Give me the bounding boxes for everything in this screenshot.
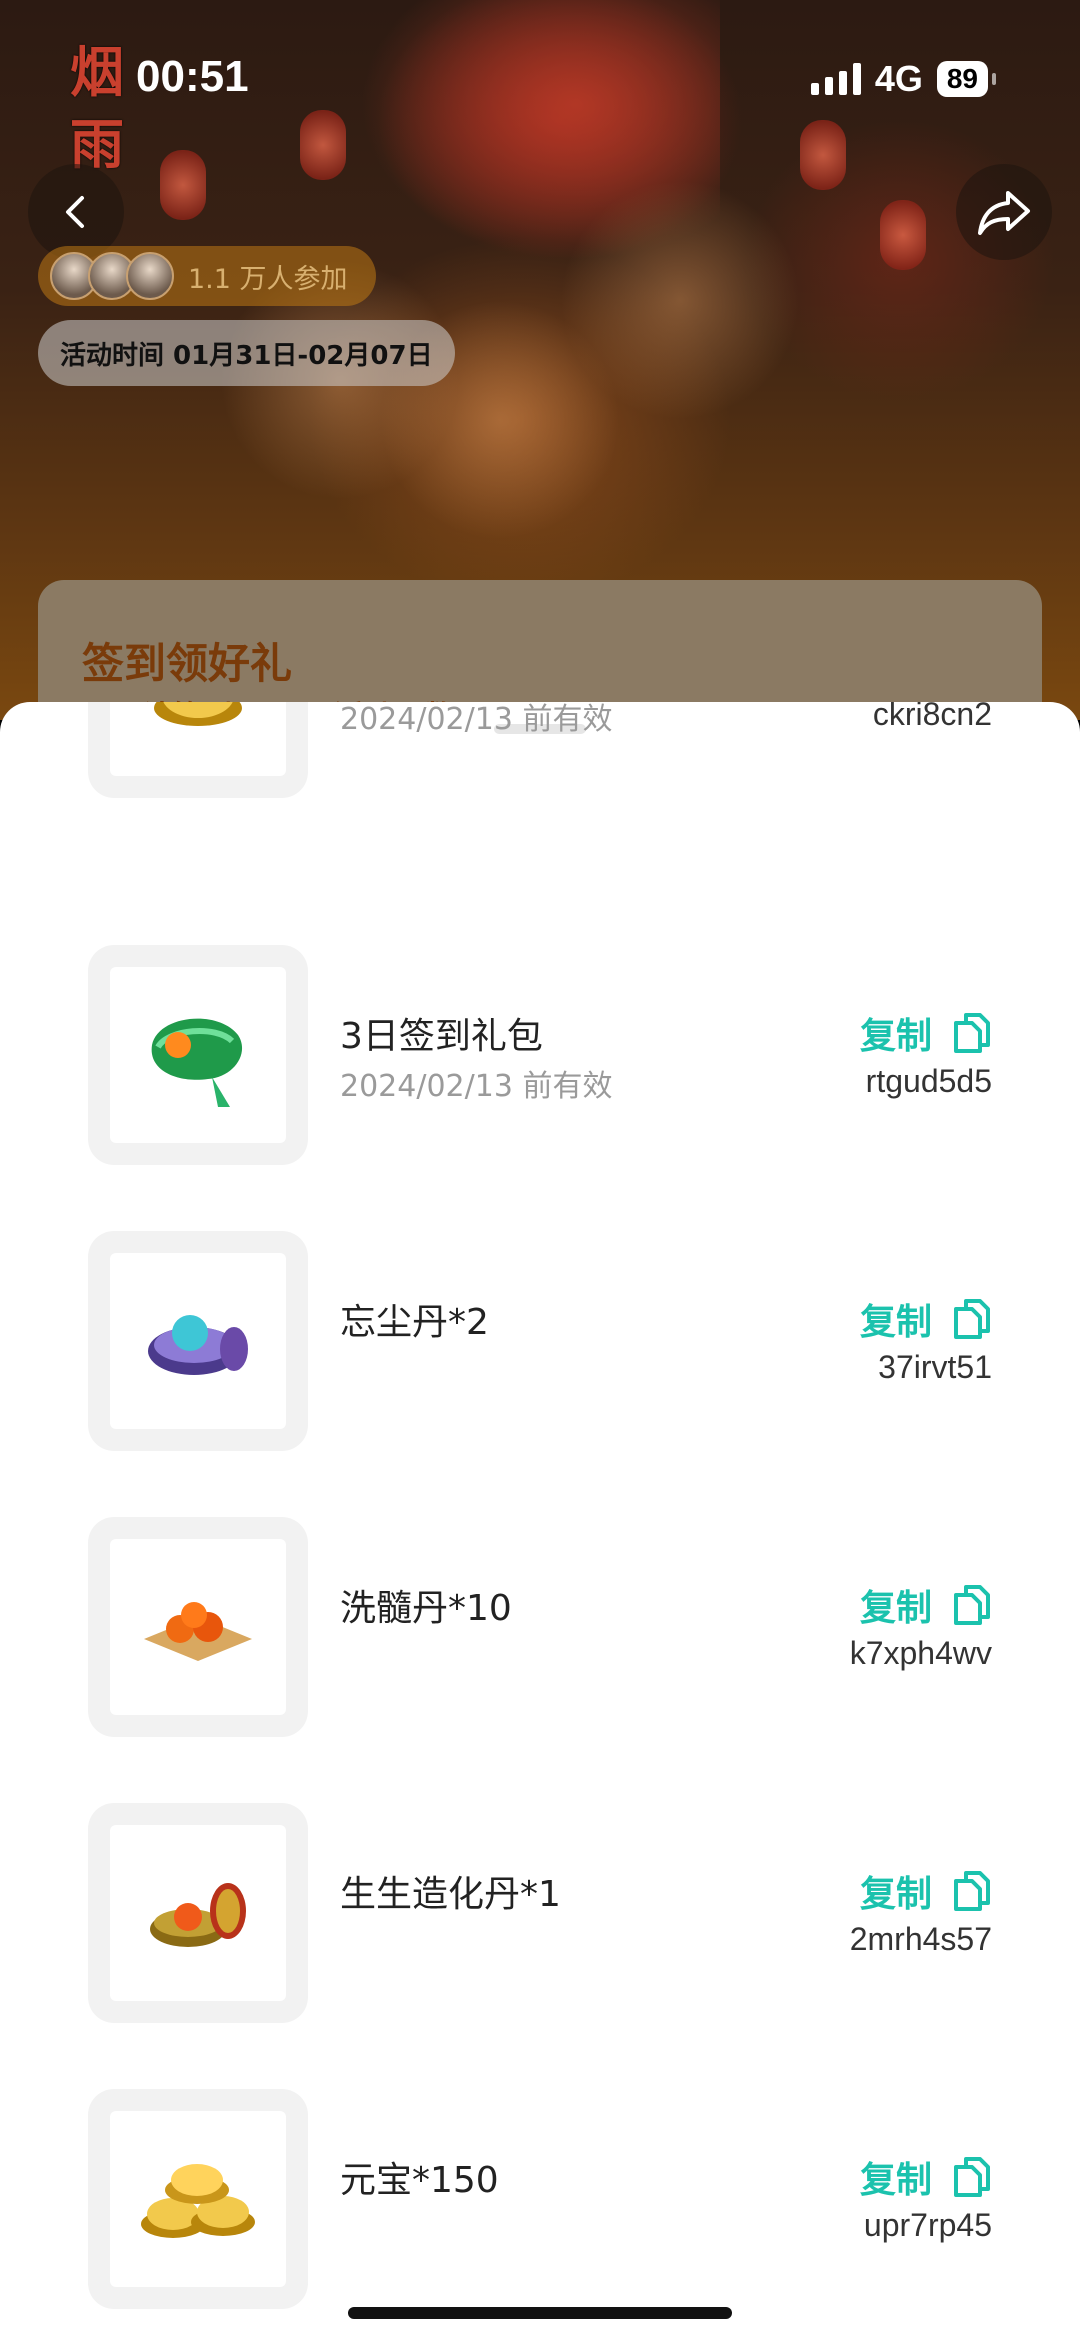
- elixir-case-icon: [150, 1883, 246, 1947]
- share-icon: [978, 191, 1030, 235]
- gift-thumbnail: [88, 702, 308, 798]
- copy-button[interactable]: 复制: [860, 1293, 992, 1345]
- gift-code: ckri8cn2: [872, 702, 992, 732]
- activity-time: 活动时间 01月31日-02月07日: [38, 320, 455, 386]
- share-button[interactable]: [956, 164, 1052, 260]
- gift-name: 洗髓丹*10: [340, 1588, 512, 1629]
- gift-row: 洗髓丹*10 复制 k7xph4wv: [0, 1517, 1080, 1737]
- gold-ingot-icon: [154, 702, 242, 726]
- gift-thumbnail: [88, 1517, 308, 1737]
- participants-badge: 1.1 万人参加: [38, 246, 376, 306]
- gift-row: 2024/02/13 前有效 ckri8cn2: [0, 702, 1080, 798]
- battery-icon: 89: [936, 61, 997, 97]
- copy-label: 复制: [859, 1016, 932, 1057]
- gift-code: 2mrh4s57: [849, 1921, 992, 1957]
- copy-label: 复制: [859, 1588, 932, 1629]
- gift-code: k7xph4wv: [849, 1635, 992, 1671]
- network-type: 4G: [874, 58, 923, 99]
- gift-thumbnail: [88, 1231, 308, 1451]
- gift-code: upr7rp45: [863, 2207, 992, 2243]
- lantern-decoration: [880, 200, 926, 270]
- copy-button[interactable]: 复制: [860, 1007, 992, 1059]
- gift-thumbnail: [88, 2089, 308, 2309]
- copy-icon: [954, 2157, 990, 2197]
- gift-valid-date: 2024/02/13 前有效: [340, 1069, 613, 1104]
- pill-box-icon: [148, 1315, 248, 1375]
- gift-row: 3日签到礼包 2024/02/13 前有效 复制 rtgud5d5: [0, 945, 1080, 1165]
- gift-name: 元宝*150: [340, 2160, 499, 2201]
- home-indicator[interactable]: [348, 2307, 732, 2319]
- participants-count: 1.1 万人参加: [188, 263, 348, 295]
- gift-name: 生生造化丹*1: [340, 1874, 561, 1915]
- copy-button[interactable]: 复制: [860, 2151, 992, 2203]
- chevron-left-icon: [66, 196, 84, 228]
- copy-icon: [954, 1585, 990, 1625]
- participant-avatars: [50, 252, 174, 300]
- character-illustration: [560, 180, 800, 420]
- status-indicators: 4G 89: [810, 58, 997, 100]
- signal-icon: [810, 63, 861, 95]
- gift-thumbnail: [88, 945, 308, 1165]
- copy-icon: [954, 1299, 990, 1339]
- copy-icon: [954, 1871, 990, 1911]
- pills-plate-icon: [144, 1602, 252, 1661]
- signin-title: 签到领好礼: [82, 639, 293, 688]
- copy-label: 复制: [859, 2160, 932, 2201]
- gift-row: 忘尘丹*2 复制 37irvt51: [0, 1231, 1080, 1451]
- copy-button[interactable]: 复制: [860, 1579, 992, 1631]
- gift-valid-date: 2024/02/13 前有效: [340, 702, 613, 737]
- lantern-decoration: [800, 120, 846, 190]
- avatar: [126, 252, 174, 300]
- gift-code: rtgud5d5: [865, 1063, 992, 1099]
- gift-thumbnail: [88, 1803, 308, 2023]
- gift-codes-sheet[interactable]: 2024/02/13 前有效 ckri8cn2 3日签到礼包 2024/02/1…: [0, 702, 1080, 2341]
- lantern-decoration: [300, 110, 346, 180]
- status-time: 00:51: [136, 52, 249, 101]
- gift-row: 生生造化丹*1 复制 2mrh4s57: [0, 1803, 1080, 2023]
- gift-name: 3日签到礼包: [340, 1016, 543, 1057]
- copy-label: 复制: [859, 1874, 932, 1915]
- gold-ingots-icon: [141, 2164, 255, 2238]
- gift-code: 37irvt51: [878, 1349, 992, 1385]
- copy-button[interactable]: 复制: [860, 1865, 992, 1917]
- copy-icon: [954, 1013, 990, 1053]
- lantern-decoration: [160, 150, 206, 220]
- copy-label: 复制: [859, 1302, 932, 1343]
- gift-row: 元宝*150 复制 upr7rp45: [0, 2089, 1080, 2309]
- gift-name: 忘尘丹*2: [340, 1302, 489, 1343]
- jade-pouch-icon: [151, 1018, 243, 1107]
